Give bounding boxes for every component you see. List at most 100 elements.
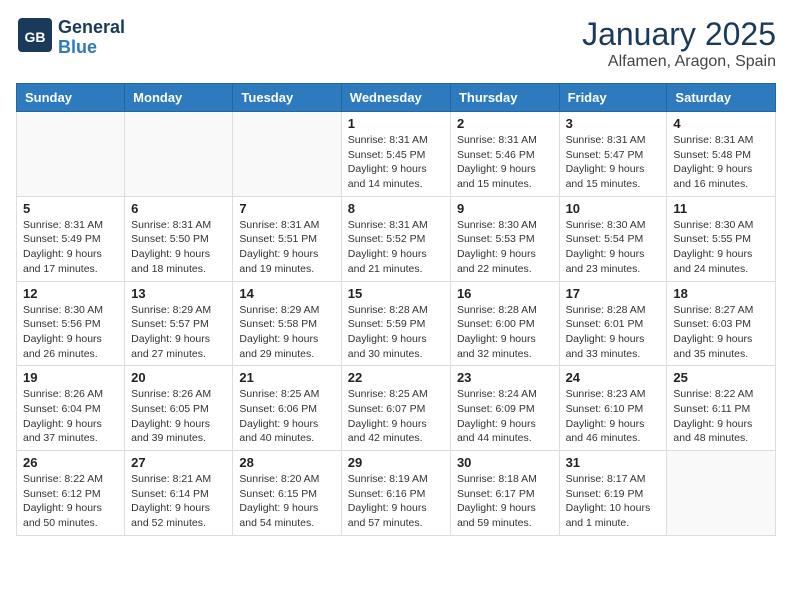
calendar-cell: 11 Sunrise: 8:30 AM Sunset: 5:55 PM Dayli… <box>667 196 776 281</box>
calendar-week-row: 19 Sunrise: 8:26 AM Sunset: 6:04 PM Dayli… <box>17 366 776 451</box>
calendar-cell: 22 Sunrise: 8:25 AM Sunset: 6:07 PM Dayli… <box>341 366 450 451</box>
day-info: Sunrise: 8:31 AM Sunset: 5:50 PM Dayligh… <box>131 218 226 277</box>
day-number: 19 <box>23 370 118 385</box>
calendar-cell: 14 Sunrise: 8:29 AM Sunset: 5:58 PM Dayli… <box>233 281 341 366</box>
day-info: Sunrise: 8:22 AM Sunset: 6:12 PM Dayligh… <box>23 472 118 531</box>
logo: GB General Blue <box>16 16 125 59</box>
day-info: Sunrise: 8:25 AM Sunset: 6:07 PM Dayligh… <box>348 387 444 446</box>
calendar-cell <box>667 451 776 536</box>
day-info: Sunrise: 8:17 AM Sunset: 6:19 PM Dayligh… <box>566 472 661 531</box>
day-info: Sunrise: 8:23 AM Sunset: 6:10 PM Dayligh… <box>566 387 661 446</box>
calendar-cell: 31 Sunrise: 8:17 AM Sunset: 6:19 PM Dayli… <box>559 451 667 536</box>
calendar-cell: 23Sunrise: 8:24 AM Sunset: 6:09 PM Dayli… <box>450 366 559 451</box>
day-info: Sunrise: 8:25 AM Sunset: 6:06 PM Dayligh… <box>239 387 334 446</box>
calendar-cell: 25 Sunrise: 8:22 AM Sunset: 6:11 PM Dayli… <box>667 366 776 451</box>
calendar-cell: 8Sunrise: 8:31 AM Sunset: 5:52 PM Daylig… <box>341 196 450 281</box>
day-info: Sunrise: 8:31 AM Sunset: 5:45 PM Dayligh… <box>348 133 444 192</box>
day-info: Sunrise: 8:28 AM Sunset: 5:59 PM Dayligh… <box>348 303 444 362</box>
calendar-cell <box>233 112 341 197</box>
day-number: 18 <box>673 286 769 301</box>
calendar-cell: 16Sunrise: 8:28 AM Sunset: 6:00 PM Dayli… <box>450 281 559 366</box>
calendar-cell: 10 Sunrise: 8:30 AM Sunset: 5:54 PM Dayli… <box>559 196 667 281</box>
calendar-cell: 28Sunrise: 8:20 AM Sunset: 6:15 PM Dayli… <box>233 451 341 536</box>
calendar-cell: 17Sunrise: 8:28 AM Sunset: 6:01 PM Dayli… <box>559 281 667 366</box>
day-header-sunday: Sunday <box>17 84 125 112</box>
logo-blue: Blue <box>58 38 125 58</box>
day-number: 15 <box>348 286 444 301</box>
day-number: 27 <box>131 455 226 470</box>
day-number: 8 <box>348 201 444 216</box>
day-number: 2 <box>457 116 553 131</box>
day-number: 9 <box>457 201 553 216</box>
day-info: Sunrise: 8:30 AM Sunset: 5:54 PM Dayligh… <box>566 218 661 277</box>
calendar-cell: 15 Sunrise: 8:28 AM Sunset: 5:59 PM Dayli… <box>341 281 450 366</box>
calendar-cell: 19 Sunrise: 8:26 AM Sunset: 6:04 PM Dayli… <box>17 366 125 451</box>
calendar-cell: 9 Sunrise: 8:30 AM Sunset: 5:53 PM Daylig… <box>450 196 559 281</box>
day-header-thursday: Thursday <box>450 84 559 112</box>
day-number: 3 <box>566 116 661 131</box>
day-info: Sunrise: 8:31 AM Sunset: 5:46 PM Dayligh… <box>457 133 553 192</box>
svg-text:GB: GB <box>25 29 46 45</box>
day-info: Sunrise: 8:27 AM Sunset: 6:03 PM Dayligh… <box>673 303 769 362</box>
day-number: 26 <box>23 455 118 470</box>
day-number: 24 <box>566 370 661 385</box>
day-info: Sunrise: 8:22 AM Sunset: 6:11 PM Dayligh… <box>673 387 769 446</box>
day-number: 7 <box>239 201 334 216</box>
day-info: Sunrise: 8:30 AM Sunset: 5:53 PM Dayligh… <box>457 218 553 277</box>
calendar-cell: 27 Sunrise: 8:21 AM Sunset: 6:14 PM Dayli… <box>125 451 233 536</box>
day-info: Sunrise: 8:29 AM Sunset: 5:58 PM Dayligh… <box>239 303 334 362</box>
calendar-cell: 1 Sunrise: 8:31 AM Sunset: 5:45 PM Daylig… <box>341 112 450 197</box>
calendar-cell <box>17 112 125 197</box>
day-info: Sunrise: 8:29 AM Sunset: 5:57 PM Dayligh… <box>131 303 226 362</box>
calendar-cell: 3 Sunrise: 8:31 AM Sunset: 5:47 PM Daylig… <box>559 112 667 197</box>
calendar-cell: 18 Sunrise: 8:27 AM Sunset: 6:03 PM Dayli… <box>667 281 776 366</box>
calendar-cell: 12Sunrise: 8:30 AM Sunset: 5:56 PM Dayli… <box>17 281 125 366</box>
day-number: 25 <box>673 370 769 385</box>
day-info: Sunrise: 8:31 AM Sunset: 5:49 PM Dayligh… <box>23 218 118 277</box>
calendar-cell: 5 Sunrise: 8:31 AM Sunset: 5:49 PM Daylig… <box>17 196 125 281</box>
day-header-wednesday: Wednesday <box>341 84 450 112</box>
logo-general: General <box>58 18 125 38</box>
month-title: January 2025 <box>582 16 776 53</box>
day-number: 16 <box>457 286 553 301</box>
calendar-cell: 4Sunrise: 8:31 AM Sunset: 5:48 PM Daylig… <box>667 112 776 197</box>
day-number: 6 <box>131 201 226 216</box>
location: Alfamen, Aragon, Spain <box>582 53 776 71</box>
day-number: 1 <box>348 116 444 131</box>
day-number: 29 <box>348 455 444 470</box>
day-info: Sunrise: 8:21 AM Sunset: 6:14 PM Dayligh… <box>131 472 226 531</box>
day-number: 4 <box>673 116 769 131</box>
day-number: 11 <box>673 201 769 216</box>
calendar-cell: 6 Sunrise: 8:31 AM Sunset: 5:50 PM Daylig… <box>125 196 233 281</box>
calendar-table: SundayMondayTuesdayWednesdayThursdayFrid… <box>16 83 776 536</box>
calendar-week-row: 5 Sunrise: 8:31 AM Sunset: 5:49 PM Daylig… <box>17 196 776 281</box>
calendar-cell: 13 Sunrise: 8:29 AM Sunset: 5:57 PM Dayli… <box>125 281 233 366</box>
day-info: Sunrise: 8:30 AM Sunset: 5:55 PM Dayligh… <box>673 218 769 277</box>
calendar-week-row: 1 Sunrise: 8:31 AM Sunset: 5:45 PM Daylig… <box>17 112 776 197</box>
day-info: Sunrise: 8:30 AM Sunset: 5:56 PM Dayligh… <box>23 303 118 362</box>
day-number: 22 <box>348 370 444 385</box>
day-number: 10 <box>566 201 661 216</box>
day-info: Sunrise: 8:26 AM Sunset: 6:05 PM Dayligh… <box>131 387 226 446</box>
calendar-cell <box>125 112 233 197</box>
day-header-tuesday: Tuesday <box>233 84 341 112</box>
title-area: January 2025 Alfamen, Aragon, Spain <box>582 16 776 71</box>
day-info: Sunrise: 8:31 AM Sunset: 5:47 PM Dayligh… <box>566 133 661 192</box>
calendar-cell: 20 Sunrise: 8:26 AM Sunset: 6:05 PM Dayli… <box>125 366 233 451</box>
day-number: 13 <box>131 286 226 301</box>
calendar-week-row: 26 Sunrise: 8:22 AM Sunset: 6:12 PM Dayli… <box>17 451 776 536</box>
calendar-cell: 21Sunrise: 8:25 AM Sunset: 6:06 PM Dayli… <box>233 366 341 451</box>
day-number: 5 <box>23 201 118 216</box>
day-number: 28 <box>239 455 334 470</box>
calendar-header-row: SundayMondayTuesdayWednesdayThursdayFrid… <box>17 84 776 112</box>
day-info: Sunrise: 8:24 AM Sunset: 6:09 PM Dayligh… <box>457 387 553 446</box>
day-number: 30 <box>457 455 553 470</box>
day-number: 31 <box>566 455 661 470</box>
day-header-saturday: Saturday <box>667 84 776 112</box>
day-number: 20 <box>131 370 226 385</box>
day-number: 14 <box>239 286 334 301</box>
logo-icon: GB <box>16 16 54 59</box>
calendar-cell: 26 Sunrise: 8:22 AM Sunset: 6:12 PM Dayli… <box>17 451 125 536</box>
day-info: Sunrise: 8:26 AM Sunset: 6:04 PM Dayligh… <box>23 387 118 446</box>
day-header-friday: Friday <box>559 84 667 112</box>
